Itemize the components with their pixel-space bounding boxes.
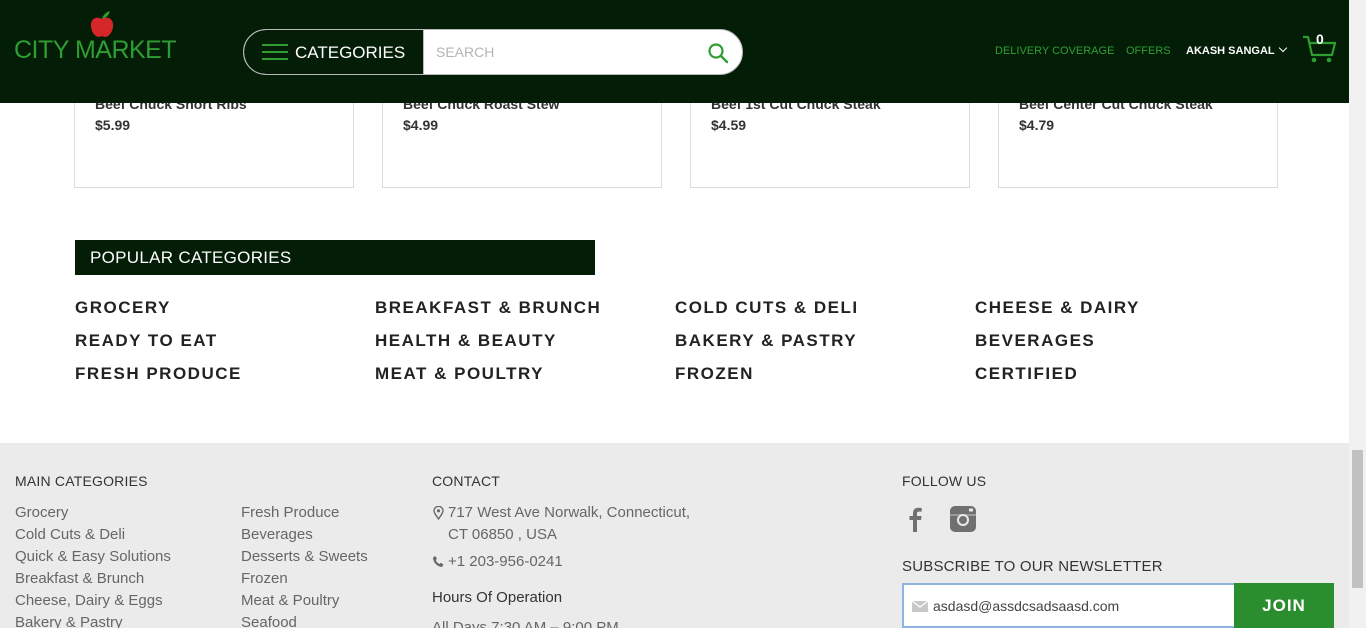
site-header: CITY MARKET CATEGORIES DELIVERY COVERAGE… (0, 0, 1349, 103)
user-name: AKASH SANGAL (1186, 45, 1275, 57)
footer-category-link[interactable]: Breakfast & Brunch (15, 570, 144, 587)
address-line-2: CT 06850 , USA (448, 526, 557, 543)
join-button[interactable]: JOIN (1234, 583, 1334, 628)
popular-category-link[interactable]: HEALTH & BEAUTY (375, 331, 557, 351)
footer-category-link[interactable]: Cold Cuts & Deli (15, 526, 125, 543)
footer-category-link[interactable]: Grocery (15, 504, 68, 521)
popular-category-link[interactable]: MEAT & POULTRY (375, 364, 544, 384)
location-pin-icon (433, 506, 444, 520)
nav-offers[interactable]: OFFERS (1126, 45, 1171, 57)
footer-category-link[interactable]: Meat & Poultry (241, 592, 339, 609)
product-price: $4.99 (403, 117, 439, 133)
product-price: $4.59 (711, 117, 747, 133)
footer-category-link[interactable]: Cheese, Dairy & Eggs (15, 592, 163, 609)
footer-category-link[interactable]: Bakery & Pastry (15, 614, 123, 628)
logo-text: CITY MARKET (14, 36, 177, 64)
contact-title: CONTACT (432, 473, 501, 489)
popular-category-link[interactable]: BREAKFAST & BRUNCH (375, 298, 601, 318)
chevron-down-icon (1278, 43, 1287, 53)
cart-count-badge: 0 (1316, 31, 1324, 47)
popular-category-link[interactable]: CHEESE & DAIRY (975, 298, 1140, 318)
scrollbar-thumb[interactable] (1352, 450, 1363, 588)
footer-category-link[interactable]: Quick & Easy Solutions (15, 548, 171, 565)
popular-category-link[interactable]: BAKERY & PASTRY (675, 331, 857, 351)
newsletter-email-input[interactable] (933, 594, 1228, 618)
footer-category-link[interactable]: Fresh Produce (241, 504, 339, 521)
search-bar: CATEGORIES (243, 29, 743, 75)
phone-icon (433, 556, 444, 567)
newsletter-field[interactable] (902, 583, 1235, 628)
hours-text: All Days 7:30 AM – 9:00 PM (432, 619, 619, 628)
address-line-1: 717 West Ave Norwalk, Connecticut, (448, 504, 691, 521)
footer-category-link[interactable]: Seafood (241, 614, 297, 628)
popular-category-link[interactable]: COLD CUTS & DELI (675, 298, 859, 318)
user-menu[interactable]: AKASH SANGAL (1186, 43, 1287, 57)
popular-category-link[interactable]: FRESH PRODUCE (75, 364, 242, 384)
hours-title: Hours Of Operation (432, 589, 563, 606)
menu-icon (262, 44, 288, 60)
popular-category-link[interactable]: BEVERAGES (975, 331, 1095, 351)
footer-category-link[interactable]: Beverages (241, 526, 313, 543)
phone-number[interactable]: +1 203-956-0241 (448, 553, 563, 570)
newsletter-title: SUBSCRIBE TO OUR NEWSLETTER (902, 558, 1163, 575)
product-price: $4.79 (1019, 117, 1055, 133)
footer-category-link[interactable]: Desserts & Sweets (241, 548, 368, 565)
nav-delivery-coverage[interactable]: DELIVERY COVERAGE (995, 45, 1114, 57)
footer-category-link[interactable]: Frozen (241, 570, 288, 587)
site-logo[interactable]: CITY MARKET (14, 10, 177, 70)
categories-button[interactable]: CATEGORIES (244, 30, 424, 74)
popular-categories-title: POPULAR CATEGORIES (75, 240, 595, 275)
mail-icon (912, 601, 928, 612)
search-icon[interactable] (707, 42, 729, 64)
facebook-icon[interactable] (902, 505, 930, 533)
popular-category-link[interactable]: READY TO EAT (75, 331, 218, 351)
popular-category-link[interactable]: FROZEN (675, 364, 754, 384)
popular-category-link[interactable]: GROCERY (75, 298, 171, 318)
instagram-icon[interactable] (949, 505, 977, 533)
search-input[interactable] (436, 30, 696, 74)
categories-label: CATEGORIES (295, 43, 406, 62)
main-categories-title: MAIN CATEGORIES (15, 473, 148, 489)
product-price: $5.99 (95, 117, 131, 133)
follow-us-title: FOLLOW US (902, 473, 987, 489)
popular-category-link[interactable]: CERTIFIED (975, 364, 1078, 384)
